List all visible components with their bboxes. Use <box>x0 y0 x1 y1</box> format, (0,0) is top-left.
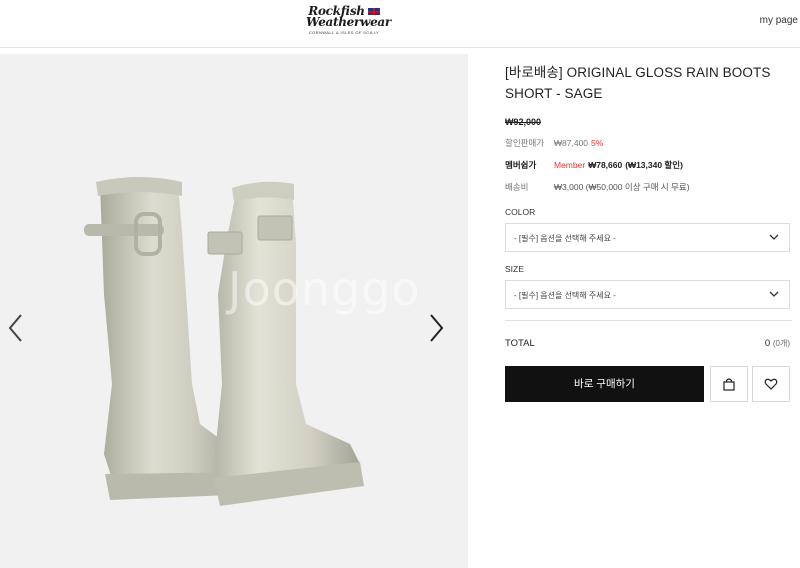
logo-line2: Weatherwear <box>306 15 391 29</box>
member-price: ₩78,660 <box>588 160 623 170</box>
shopping-bag-icon <box>723 378 735 391</box>
shipping-label: 배송비 <box>505 182 529 192</box>
color-select[interactable]: - [필수] 옵션을 선택해 주세요 - <box>505 223 790 252</box>
product-info: [바로배송] ORIGINAL GLOSS RAIN BOOTS SHORT -… <box>505 62 795 309</box>
heart-icon <box>764 378 778 390</box>
color-select-value: - [필수] 옵션을 선택해 주세요 - <box>514 234 616 243</box>
discount-percent: 5% <box>591 138 604 148</box>
total-label: TOTAL <box>505 338 535 349</box>
product-title: [바로배송] ORIGINAL GLOSS RAIN BOOTS SHORT -… <box>505 65 771 101</box>
wishlist-button[interactable] <box>752 366 790 402</box>
member-word: Member <box>554 160 586 170</box>
divider <box>505 320 792 321</box>
union-flag-icon <box>367 8 380 15</box>
total-count: (0개) <box>772 339 790 348</box>
size-label: SIZE <box>505 264 524 274</box>
original-price: ₩92,000 <box>505 117 542 127</box>
buy-now-button[interactable]: 바로 구매하기 <box>505 366 704 402</box>
shipping-row: 배송비 ₩3,000 (₩50,000 이상 구매 시 무료) <box>505 181 795 193</box>
size-select-value: - [필수] 옵션을 선택해 주세요 - <box>514 291 616 300</box>
total-value: 0 (0개) <box>765 338 790 349</box>
discount-price: ₩87,400 <box>554 138 589 148</box>
chevron-right-icon[interactable] <box>426 312 446 344</box>
member-saving: (₩13,340 할인) <box>625 160 683 170</box>
chevron-down-icon <box>769 234 779 240</box>
size-select[interactable]: - [필수] 옵션을 선택해 주세요 - <box>505 280 790 309</box>
brand-logo[interactable]: Rockfish Weatherwear CORNWALL & ISLES OF… <box>306 5 391 42</box>
watermark: Joonggo <box>228 262 421 316</box>
total-amount: 0 <box>764 338 771 349</box>
site-header: Rockfish Weatherwear CORNWALL & ISLES OF… <box>0 0 800 48</box>
chevron-left-icon[interactable] <box>6 312 26 344</box>
member-label: 멤버쉽가 <box>505 160 537 170</box>
chevron-down-icon <box>769 291 779 297</box>
shipping-value: ₩3,000 (₩50,000 이상 구매 시 무료) <box>554 182 690 192</box>
discount-price-row: 할인판매가 ₩87,400 5% <box>505 137 795 149</box>
add-to-cart-button[interactable] <box>710 366 748 402</box>
logo-tagline: CORNWALL & ISLES OF SCILLY <box>308 30 380 35</box>
product-image-gallery: Joonggo <box>0 54 468 568</box>
discount-label: 할인판매가 <box>505 138 545 148</box>
member-price-row: 멤버쉽가 Member ₩78,660 (₩13,340 할인) <box>505 159 795 171</box>
my-page-link[interactable]: my page <box>760 15 798 26</box>
color-label: COLOR <box>505 207 536 217</box>
